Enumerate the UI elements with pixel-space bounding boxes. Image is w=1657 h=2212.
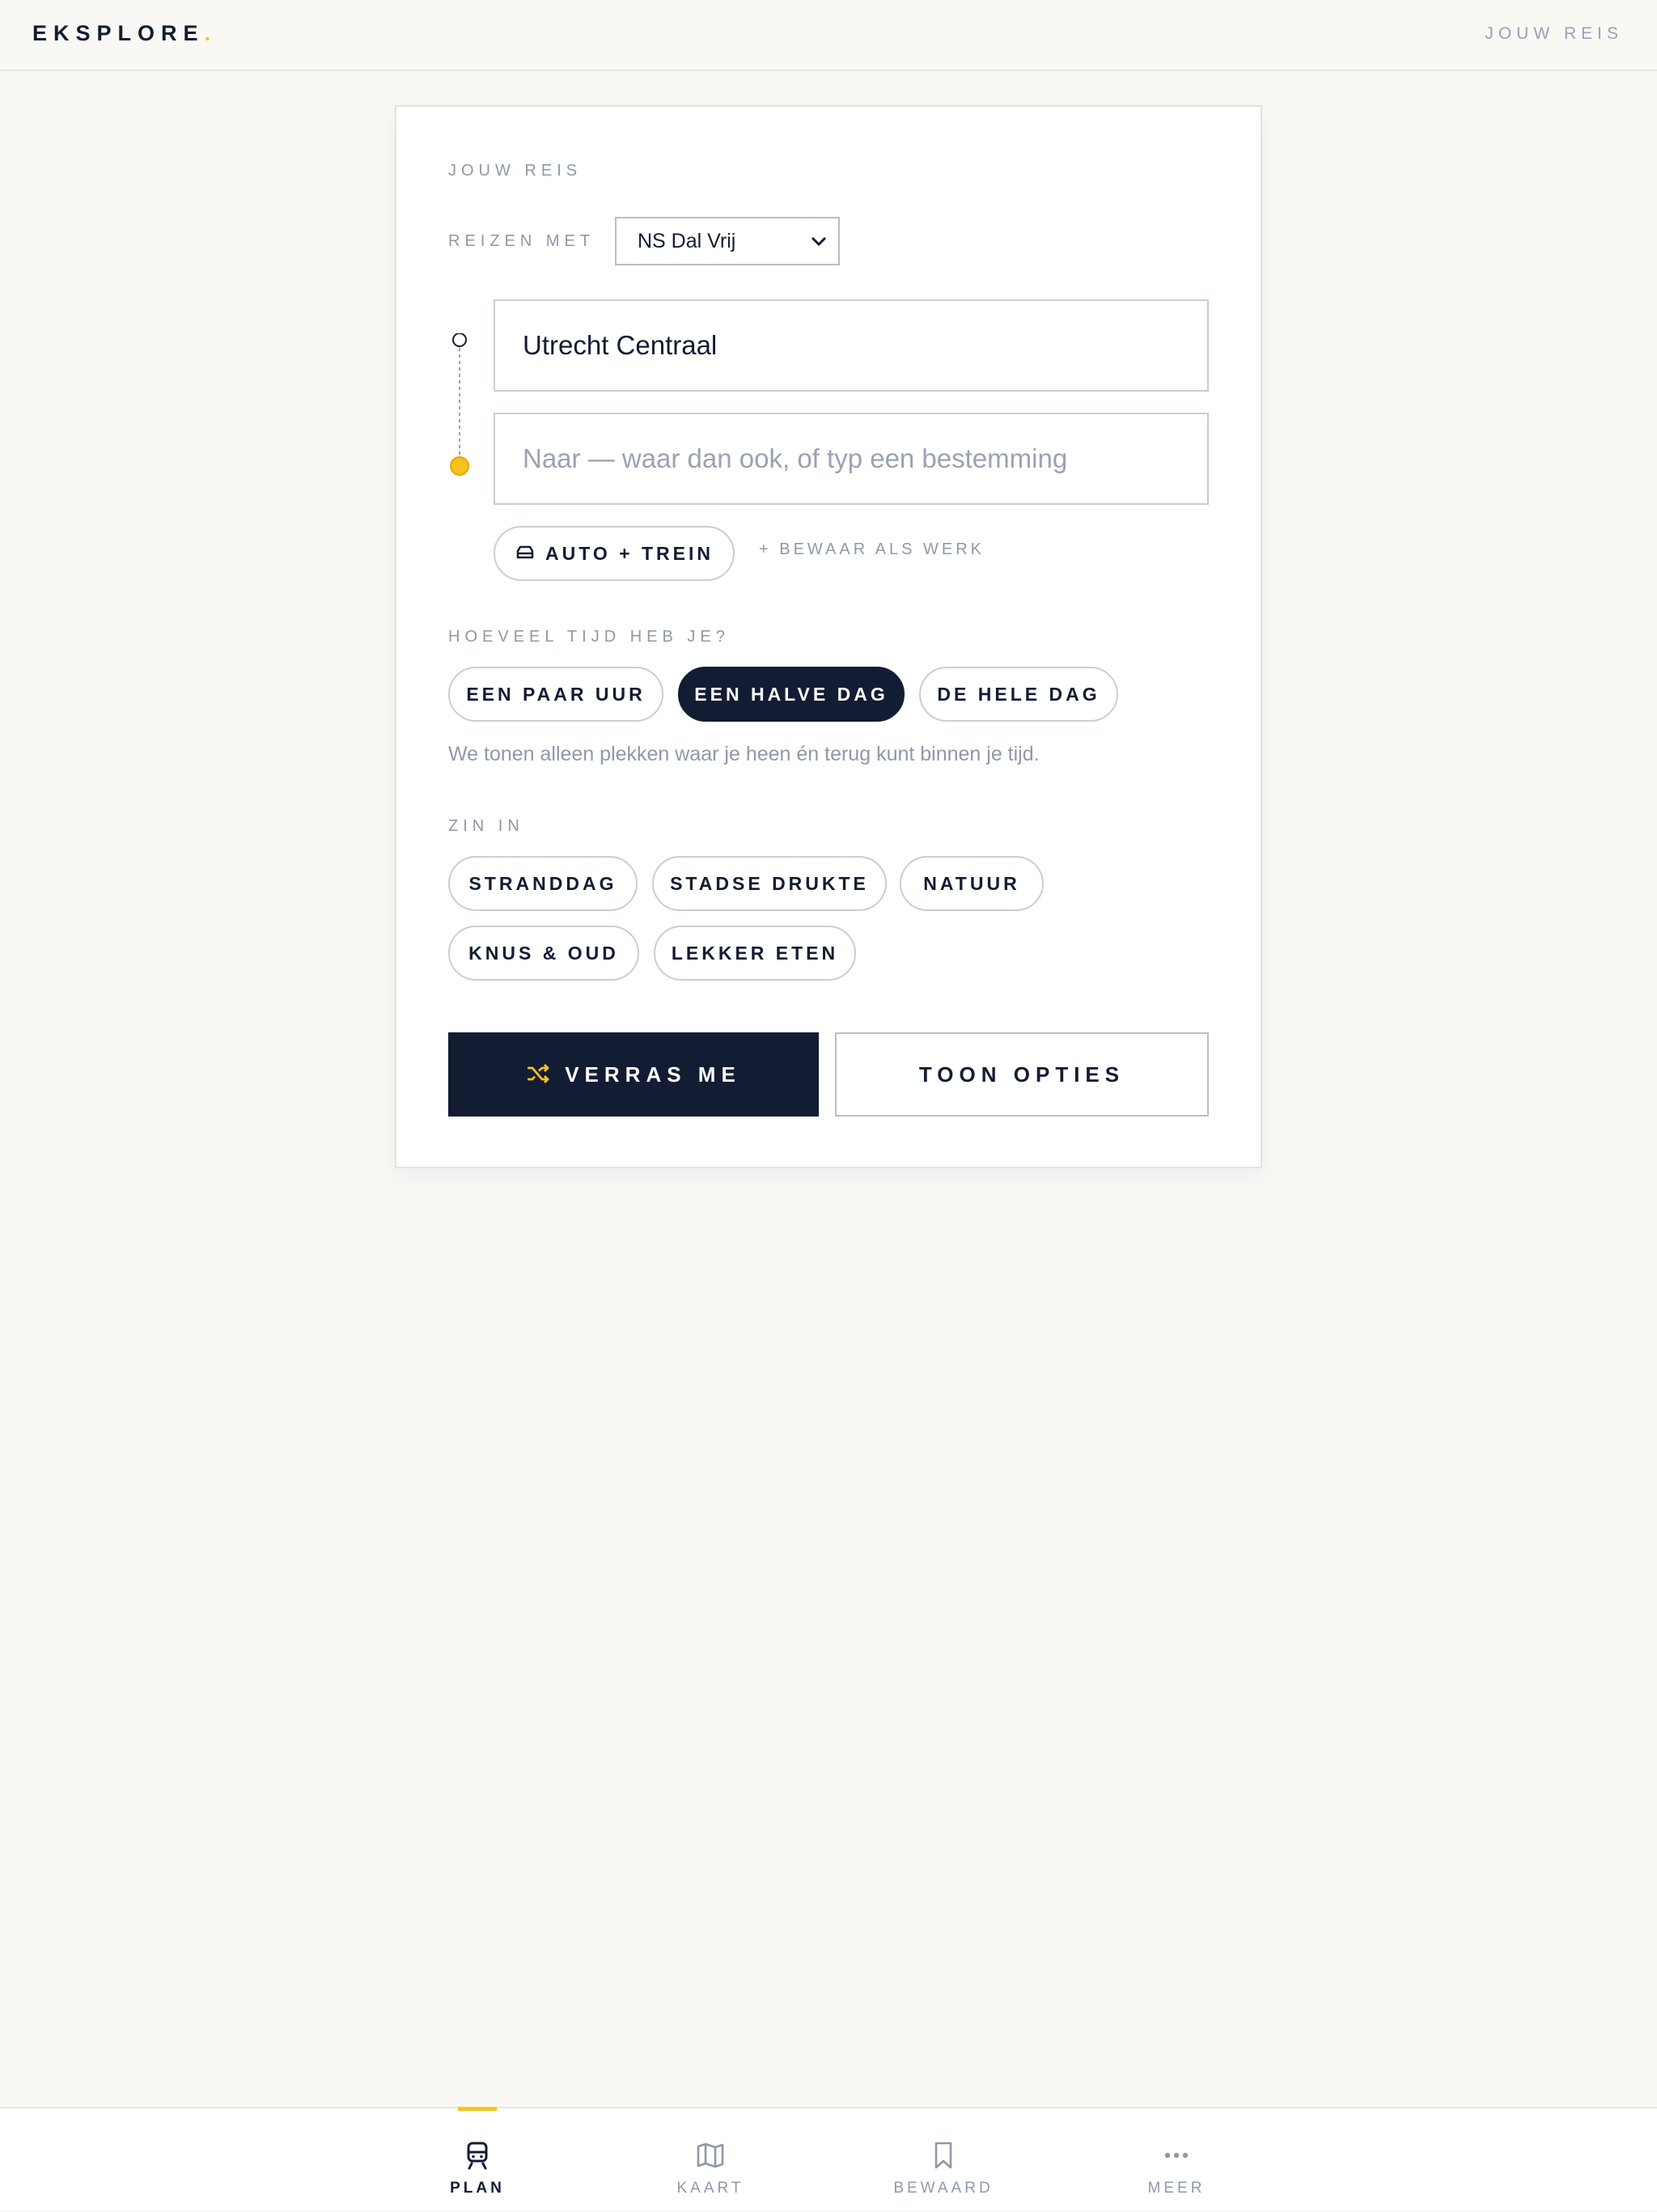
surprise-me-button[interactable]: VERRAS ME: [448, 1032, 819, 1117]
mood-option-lekker-eten[interactable]: LEKKER ETEN: [654, 926, 856, 981]
tab-label-meer: MEER: [1147, 2180, 1206, 2197]
show-options-button[interactable]: TOON OPTIES: [835, 1032, 1209, 1117]
chevron-down-icon: [811, 236, 827, 247]
time-option-half-day[interactable]: EEN HALVE DAG: [678, 667, 905, 722]
mood-option-knus-oud[interactable]: KNUS & OUD: [448, 926, 639, 981]
top-link-jouw-reis[interactable]: JOUW REIS: [1485, 24, 1623, 44]
travel-with-label: REIZEN MET: [448, 232, 595, 250]
time-option-few-hours[interactable]: EEN PAAR UUR: [448, 667, 663, 722]
car-train-button[interactable]: AUTO + TREIN: [494, 526, 735, 581]
tab-kaart[interactable]: KAART: [629, 2108, 791, 2212]
brand-dot: .: [204, 21, 218, 45]
section-title: JOUW REIS: [448, 162, 583, 180]
time-hint: We tonen alleen plekken waar je heen én …: [448, 743, 1040, 765]
map-icon: [697, 2142, 724, 2168]
train-icon: [467, 2142, 488, 2170]
shuffle-icon: [528, 1064, 550, 1084]
car-train-label: AUTO + TREIN: [545, 543, 714, 564]
active-tab-indicator: [458, 2107, 497, 2111]
mood-option-stranddag[interactable]: STRANDDAG: [448, 856, 638, 911]
tab-meer[interactable]: MEER: [1095, 2108, 1257, 2212]
car-icon: [516, 546, 534, 559]
brand-logo[interactable]: EKSPLORE.: [32, 21, 217, 46]
top-bar: EKSPLORE. JOUW REIS: [0, 0, 1657, 71]
mood-option-natuur[interactable]: NATUUR: [900, 856, 1044, 911]
mood-option-stadse-drukte[interactable]: STADSE DRUKTE: [652, 856, 887, 911]
time-title: HOEVEEL TIJD HEB JE?: [448, 628, 730, 646]
bookmark-icon: [934, 2142, 952, 2169]
from-input[interactable]: Utrecht Centraal: [494, 299, 1209, 392]
time-option-whole-day[interactable]: DE HELE DAG: [919, 667, 1118, 722]
tab-label-bewaard: BEWAARD: [893, 2180, 994, 2197]
travel-with-select[interactable]: NS Dal Vrij: [615, 217, 840, 265]
save-as-work-link[interactable]: + BEWAAR ALS WERK: [759, 540, 985, 559]
more-icon: [1164, 2152, 1189, 2159]
trip-planner-card: JOUW REIS REIZEN MET NS Dal Vrij Utrecht…: [395, 105, 1262, 1168]
tab-label-plan: PLAN: [450, 2180, 505, 2197]
brand-name: EKSPLORE: [32, 21, 205, 45]
travel-with-value: NS Dal Vrij: [638, 230, 736, 252]
route-line-icon: [450, 333, 469, 476]
bottom-tab-bar: PLAN KAART BEWAARD MEER: [0, 2107, 1657, 2210]
surprise-me-label: VERRAS ME: [565, 1062, 741, 1087]
tab-label-kaart: KAART: [676, 2180, 744, 2197]
tab-bewaard[interactable]: BEWAARD: [862, 2108, 1024, 2212]
tab-plan[interactable]: PLAN: [396, 2107, 558, 2212]
mood-title: ZIN IN: [448, 817, 524, 835]
to-input[interactable]: Naar — waar dan ook, of typ een bestemmi…: [494, 413, 1209, 505]
